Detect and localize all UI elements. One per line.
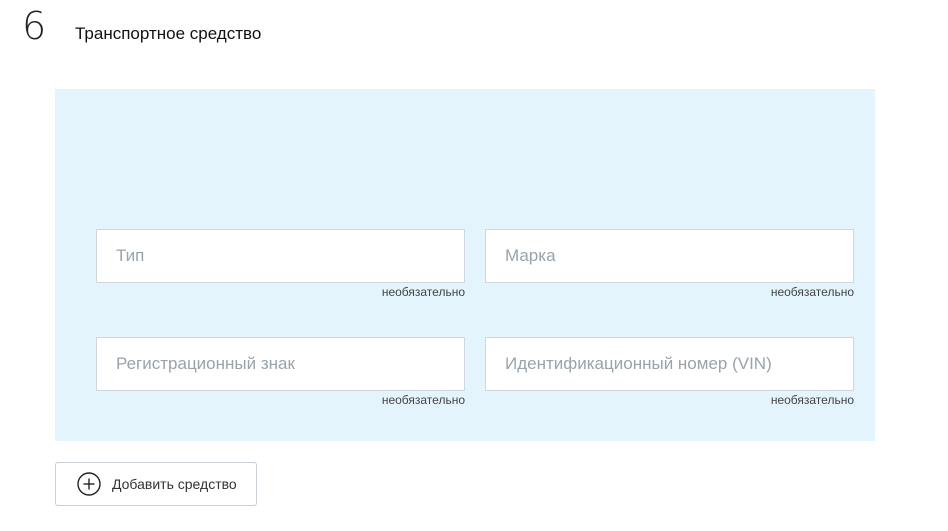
vin-optional-hint: необязательно [770, 393, 854, 407]
step-number: 6 [22, 4, 47, 48]
brand-field-group: необязательно [485, 229, 854, 299]
type-input[interactable] [96, 229, 465, 283]
brand-input[interactable] [485, 229, 854, 283]
add-vehicle-label: Добавить средство [112, 476, 237, 492]
registration-optional-hint: необязательно [381, 393, 465, 407]
vin-field-group: необязательно [485, 337, 854, 407]
type-field-group: необязательно [96, 229, 465, 299]
registration-plate-input[interactable] [96, 337, 465, 391]
vin-input[interactable] [485, 337, 854, 391]
brand-optional-hint: необязательно [770, 285, 854, 299]
type-optional-hint: необязательно [381, 285, 465, 299]
registration-field-group: необязательно [96, 337, 465, 407]
vehicle-form-panel: необязательно необязательно необязательн… [55, 89, 875, 441]
add-vehicle-button[interactable]: Добавить средство [55, 462, 257, 506]
section-title: Транспортное средство [75, 24, 262, 43]
plus-circle-icon [77, 472, 101, 496]
